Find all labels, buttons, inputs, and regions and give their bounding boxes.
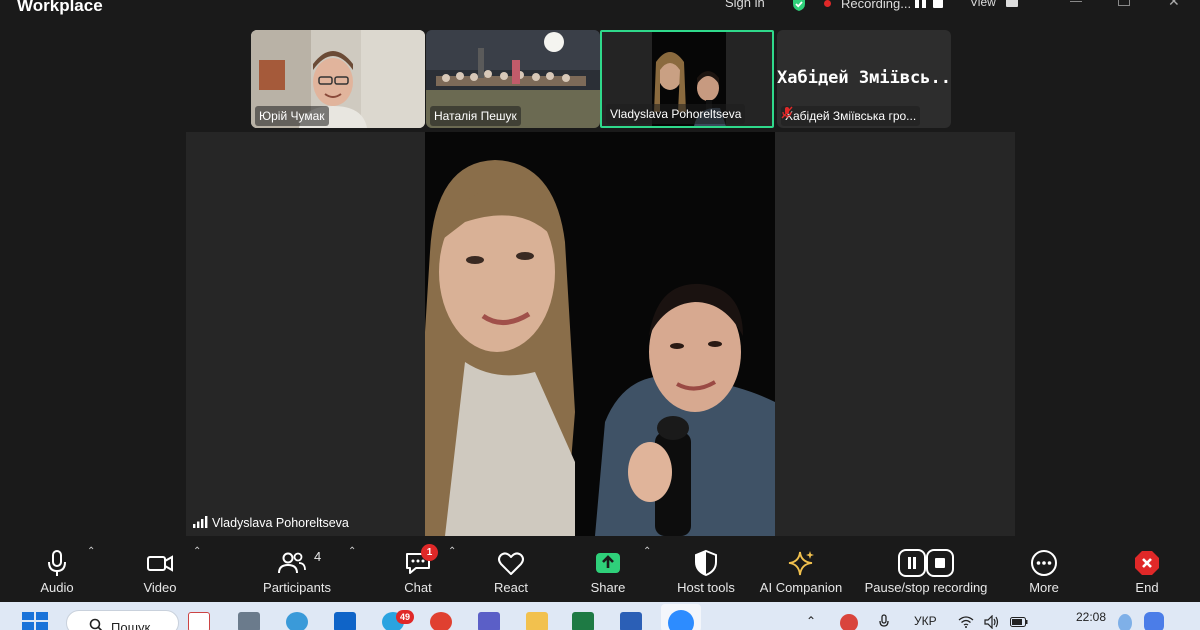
heart-icon [498, 552, 524, 575]
chat-unread-badge: 1 [421, 544, 438, 561]
ai-companion-label: AI Companion [759, 580, 843, 595]
view-grid-icon[interactable] [1006, 0, 1018, 7]
recording-dot-icon [824, 0, 831, 7]
more-dots-icon [1031, 550, 1057, 576]
chrome-app-icon[interactable] [430, 612, 452, 630]
participant-name: Юрій Чумак [255, 106, 329, 126]
active-speaker-name: Vladyslava Pohoreltseva [212, 516, 349, 530]
windows-start-icon[interactable] [22, 612, 48, 630]
participants-button[interactable]: Participants [254, 544, 340, 598]
close-icon[interactable]: ✕ [1168, 0, 1180, 9]
audio-options-chevron-icon[interactable]: ⌃ [87, 547, 99, 557]
video-button[interactable]: Video [128, 544, 192, 598]
search-placeholder: Пошук [111, 620, 151, 630]
tray-microphone-icon[interactable] [878, 614, 890, 630]
end-meeting-button[interactable]: End [1120, 544, 1174, 598]
more-label: More [1029, 580, 1059, 595]
search-icon [89, 618, 103, 630]
video-options-chevron-icon[interactable]: ⌃ [193, 547, 205, 557]
app-title: Workplace [17, 0, 103, 15]
participant-display-name: Хабідей Зміївсь... [777, 68, 951, 88]
participant-thumbnail[interactable]: Юрій Чумак [251, 30, 425, 128]
end-label: End [1135, 580, 1159, 595]
windows-taskbar: Пошук 49 ⌃ УКР 22:08 [0, 602, 1200, 630]
chat-options-chevron-icon[interactable]: ⌃ [448, 547, 460, 557]
word-app-icon[interactable] [620, 612, 642, 630]
browser-globe-icon[interactable] [286, 612, 308, 630]
ai-sparkle-icon [788, 551, 814, 576]
calculator-app-icon[interactable] [238, 612, 260, 630]
stop-recording-icon[interactable] [933, 0, 943, 8]
host-tools-shield-icon [695, 549, 717, 577]
maximize-icon[interactable] [1118, 0, 1130, 6]
active-speaker-video [425, 132, 775, 536]
calendar-app-icon[interactable] [188, 612, 210, 630]
participant-name-label: Хабідей Зміївська гро... [781, 106, 921, 126]
more-button[interactable]: More [1016, 544, 1072, 598]
show-hidden-icons-chevron-icon[interactable]: ⌃ [806, 614, 816, 628]
teams-app-icon[interactable] [478, 612, 500, 630]
pause-stop-recording-icon [898, 549, 954, 577]
end-meeting-icon [1135, 551, 1159, 575]
notification-bell-icon[interactable] [1118, 614, 1132, 630]
participants-count: 4 [314, 549, 322, 564]
react-button[interactable]: React [484, 544, 538, 598]
video-label: Video [143, 580, 177, 595]
active-speaker-stage: Vladyslava Pohoreltseva [186, 132, 1015, 536]
sign-in-link[interactable]: Sign in [725, 0, 765, 10]
chat-button[interactable]: Chat [388, 544, 448, 598]
ai-companion-button[interactable]: AI Companion [756, 544, 846, 598]
telegram-unread-badge: 49 [396, 610, 414, 624]
meeting-toolbar: Audio ⌃ Video ⌃ Participants 4 ⌃ Chat 1 … [0, 536, 1200, 602]
connection-signal-icon [193, 516, 208, 528]
minimize-icon[interactable] [1070, 0, 1082, 2]
muted-mic-icon [781, 106, 793, 119]
share-button[interactable]: Share [580, 544, 636, 598]
pause-stop-recording-button[interactable]: Pause/stop recording [860, 544, 992, 598]
react-label: React [494, 580, 528, 595]
input-language[interactable]: УКР [914, 614, 937, 628]
battery-icon[interactable] [1010, 617, 1028, 627]
file-explorer-icon[interactable] [526, 612, 548, 630]
zoom-meeting-window: Workplace Sign in Recording... View ✕ Юр… [0, 0, 1200, 630]
active-speaker-label: Vladyslava Pohoreltseva [188, 513, 353, 533]
pause-stop-recording-label: Pause/stop recording [864, 580, 988, 595]
recording-status: Recording... [841, 0, 912, 11]
participant-thumbnail-active[interactable]: Vladyslava Pohoreltseva [600, 30, 774, 128]
share-screen-icon [596, 553, 620, 573]
security-shield-icon[interactable] [791, 0, 807, 12]
participant-name: Наталія Пешук [430, 106, 521, 126]
copilot-icon[interactable] [1144, 612, 1164, 630]
share-options-chevron-icon[interactable]: ⌃ [643, 547, 655, 557]
participants-icon [277, 552, 306, 574]
participants-label: Participants [263, 580, 331, 595]
host-tools-button[interactable]: Host tools [670, 544, 742, 598]
chat-label: Chat [404, 580, 432, 595]
share-label: Share [590, 580, 626, 595]
participant-thumbnail[interactable]: Хабідей Зміївсь... Хабідей Зміївська гро… [777, 30, 951, 128]
zoom-app-icon[interactable] [668, 610, 694, 630]
participant-name: Хабідей Зміївська гро... [785, 109, 917, 123]
wifi-icon[interactable] [958, 616, 974, 628]
volume-icon[interactable] [984, 615, 1000, 629]
participants-options-chevron-icon[interactable]: ⌃ [348, 547, 360, 557]
view-menu[interactable]: View [970, 0, 996, 9]
participant-name: Vladyslava Pohoreltseva [606, 104, 746, 124]
participant-thumbnail[interactable]: Наталія Пешук [426, 30, 600, 128]
audio-label: Audio [40, 580, 74, 595]
excel-app-icon[interactable] [572, 612, 594, 630]
taskbar-search-box[interactable]: Пошук [66, 610, 179, 630]
taskbar-clock[interactable]: 22:08 [1076, 610, 1106, 624]
video-camera-icon [147, 555, 173, 572]
tray-app-icon[interactable] [840, 614, 858, 630]
microphone-icon [48, 550, 66, 576]
pause-recording-icon[interactable] [915, 0, 926, 8]
title-bar: Workplace Sign in Recording... View ✕ [0, 0, 1200, 22]
audio-button[interactable]: Audio [25, 544, 89, 598]
outlook-app-icon[interactable] [334, 612, 356, 630]
host-tools-label: Host tools [677, 580, 735, 595]
